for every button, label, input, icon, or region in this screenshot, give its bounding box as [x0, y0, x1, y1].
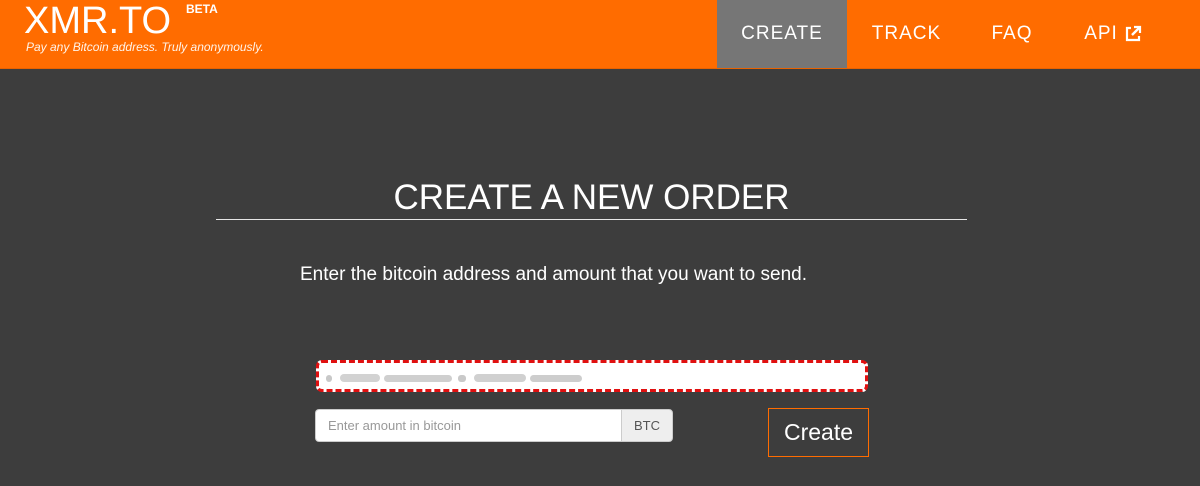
nav-track-label: TRACK [871, 23, 942, 44]
main-nav: CREATE TRACK FAQ API [717, 0, 1168, 68]
nav-api[interactable]: API [1058, 0, 1168, 68]
title-divider [216, 219, 967, 220]
amount-input-group: BTC [315, 409, 675, 442]
nav-create[interactable]: CREATE [717, 0, 847, 68]
beta-badge: BETA [186, 2, 218, 16]
top-navbar: XMR.TO BETA Pay any Bitcoin address. Tru… [0, 0, 1200, 69]
nav-api-label: API [1084, 23, 1118, 44]
amount-input[interactable] [315, 409, 621, 442]
btc-unit-addon: BTC [621, 409, 673, 442]
nav-track[interactable]: TRACK [847, 0, 966, 68]
instructions-text: Enter the bitcoin address and amount tha… [300, 264, 807, 285]
external-link-icon [1124, 25, 1142, 43]
nav-create-label: CREATE [741, 23, 823, 44]
brand-tagline: Pay any Bitcoin address. Truly anonymous… [26, 40, 264, 54]
nav-faq-label: FAQ [991, 23, 1033, 44]
nav-faq[interactable]: FAQ [966, 0, 1058, 68]
page-title: CREATE A NEW ORDER [393, 178, 790, 217]
brand-name: XMR.TO [24, 0, 172, 42]
bitcoin-address-input[interactable] [316, 360, 868, 392]
create-button[interactable]: Create [768, 408, 869, 457]
